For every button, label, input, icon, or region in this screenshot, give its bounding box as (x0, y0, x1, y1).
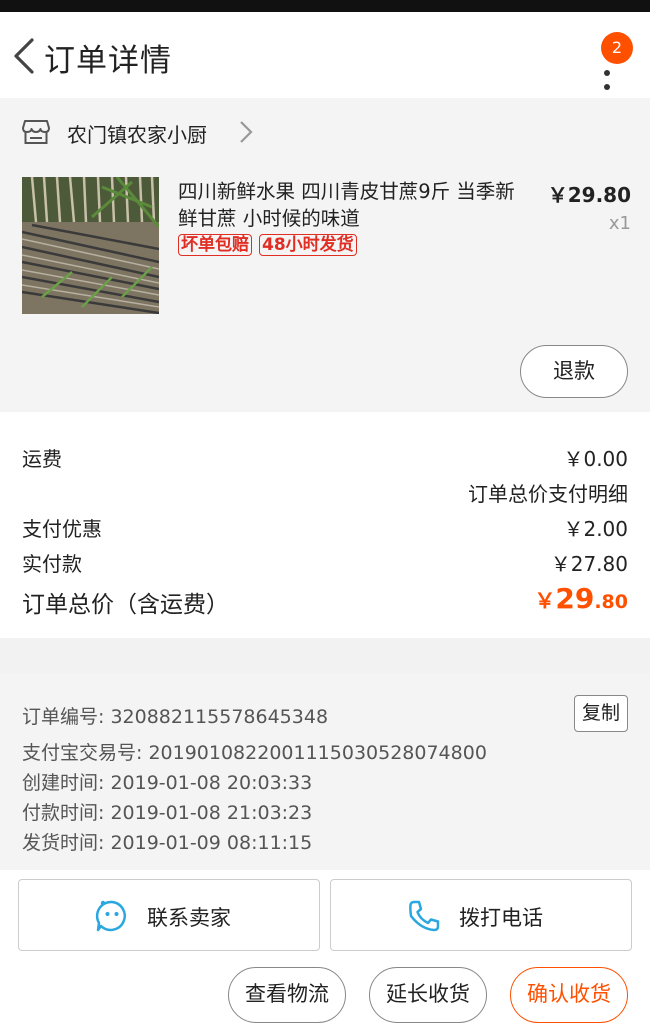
status-bar (0, 0, 650, 12)
notification-badge: 2 (601, 32, 633, 64)
contact-seller-label: 联系卖家 (147, 906, 231, 930)
contact-bar: 联系卖家 拨打电话 (0, 870, 650, 954)
order-number: 订单编号: 320882115578645348 (22, 706, 329, 728)
product-image[interactable] (22, 177, 159, 314)
confirm-receipt-button[interactable]: 确认收货 (510, 967, 628, 1023)
currency-symbol: ￥ (534, 589, 556, 613)
back-arrow-icon[interactable] (10, 36, 42, 76)
shop-icon (22, 120, 50, 144)
product-title[interactable]: 四川新鲜水果 四川青皮甘蔗9斤 当季新鲜甘蔗 小时候的味道 (178, 178, 518, 232)
more-dot (604, 84, 610, 90)
refund-button[interactable]: 退款 (520, 345, 628, 398)
total-integer: 29 (555, 582, 595, 615)
product-quantity: x1 (608, 213, 631, 234)
product-tags: 坏单包赔 48小时发货 (178, 234, 357, 256)
discount-value: ￥2.00 (563, 517, 628, 541)
shipping-label: 运费 (22, 447, 62, 471)
alipay-transaction-number: 支付宝交易号: 2019010822001115030528074800 (22, 742, 487, 764)
shop-name: 农门镇农家小厨 (67, 123, 207, 147)
contact-seller-button[interactable]: 联系卖家 (18, 879, 320, 951)
phone-icon (409, 900, 440, 932)
product-item: 四川新鲜水果 四川青皮甘蔗9斤 当季新鲜甘蔗 小时候的味道 坏单包赔 48小时发… (0, 166, 650, 412)
sugarcane-photo (22, 177, 159, 314)
paid-value: ￥27.80 (550, 552, 628, 576)
total-price: ￥29.80 (534, 582, 628, 615)
more-dot (604, 70, 610, 76)
copy-button[interactable]: 复制 (574, 695, 628, 732)
total-decimal: .80 (594, 591, 628, 613)
discount-label: 支付优惠 (22, 517, 102, 541)
call-phone-button[interactable]: 拨打电话 (330, 879, 632, 951)
order-info: 订单编号: 320882115578645348 复制 支付宝交易号: 2019… (0, 673, 650, 870)
view-logistics-button[interactable]: 查看物流 (228, 967, 346, 1023)
paid-time: 付款时间: 2019-01-08 21:03:23 (22, 802, 313, 824)
chat-bubble-icon (95, 900, 126, 932)
call-phone-label: 拨打电话 (459, 906, 543, 930)
tag-damage-compensation: 坏单包赔 (178, 234, 252, 256)
payment-detail-link[interactable]: 订单总价支付明细 (468, 478, 628, 507)
shop-row[interactable]: 农门镇农家小厨 (0, 98, 650, 166)
total-label: 订单总价（含运费） (22, 592, 229, 618)
paid-label: 实付款 (22, 552, 82, 576)
chevron-right-icon (240, 121, 253, 143)
shipping-value: ￥0.00 (563, 447, 628, 471)
price-summary: 运费 ￥0.00 订单总价支付明细 支付优惠 ￥2.00 实付款 ￥27.80 … (0, 412, 650, 638)
shipped-time: 发货时间: 2019-01-09 08:11:15 (22, 832, 313, 854)
extend-receipt-button[interactable]: 延长收货 (369, 967, 487, 1023)
page-title: 订单详情 (44, 43, 172, 79)
created-time: 创建时间: 2019-01-08 20:03:33 (22, 772, 313, 794)
product-price: ￥29.80 (547, 183, 631, 207)
bottom-action-bar: 查看物流 延长收货 确认收货 (0, 954, 650, 1027)
tag-48h-shipping: 48小时发货 (259, 234, 357, 256)
top-nav-bar: 订单详情 2 (0, 12, 650, 98)
